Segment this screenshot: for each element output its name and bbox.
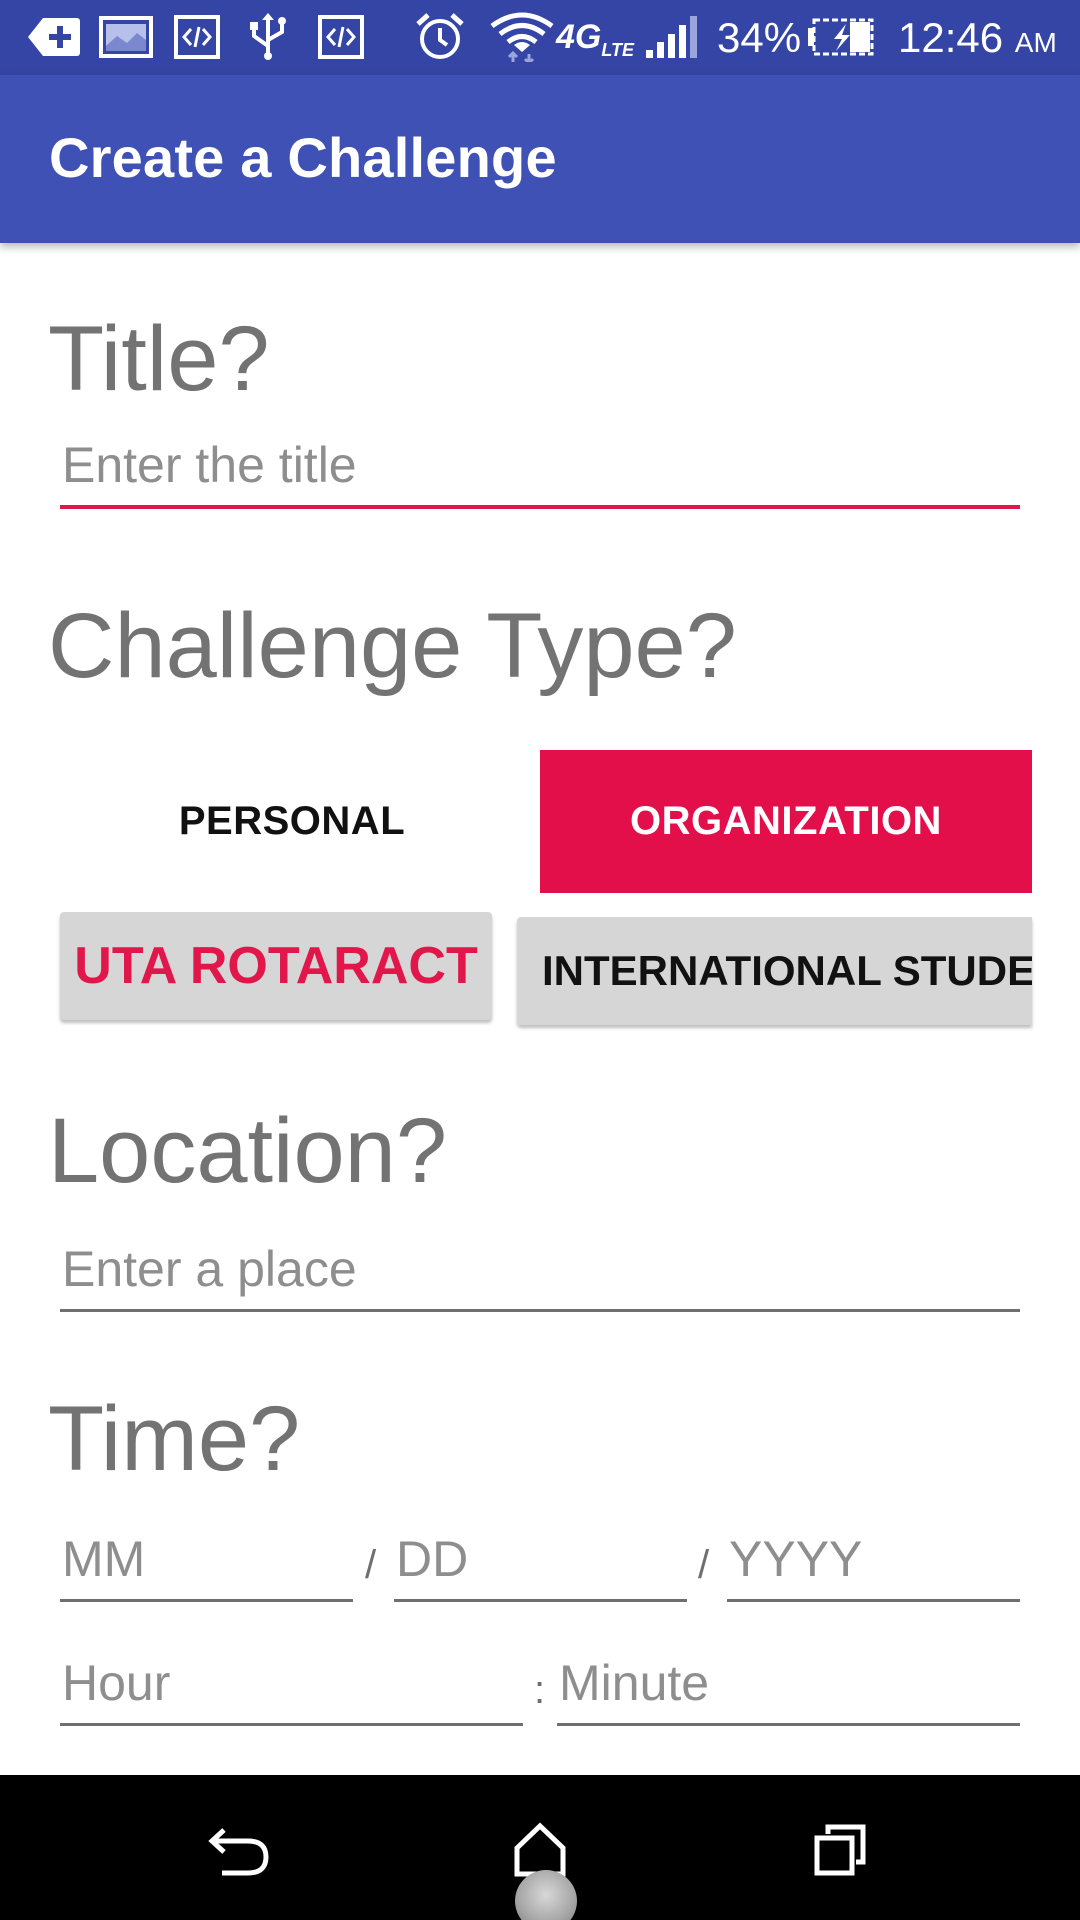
battery-percent: 34% [717, 14, 802, 61]
month-input[interactable] [60, 1518, 353, 1602]
minute-input[interactable] [557, 1642, 1020, 1726]
battery-charging-icon [806, 12, 876, 62]
year-input[interactable] [727, 1518, 1020, 1602]
app-bar: Create a Challenge [0, 75, 1080, 243]
page-title: Create a Challenge [49, 126, 557, 189]
clock: 12:46 AM [898, 12, 1057, 64]
day-input[interactable] [394, 1518, 687, 1602]
screen: 4G LTE 34% 12:46 AM Create a Challenge T… [0, 0, 1080, 1920]
wifi-icon [488, 12, 556, 62]
date-separator: / [698, 1543, 710, 1587]
network-type-indicator: 4G LTE [556, 12, 634, 62]
clock-time: 12:46 [898, 14, 1004, 61]
type-option-organization[interactable]: ORGANIZATION [540, 750, 1032, 893]
usb-icon [243, 12, 293, 62]
status-bar: 4G LTE 34% 12:46 AM [0, 0, 1080, 75]
image-icon [98, 12, 154, 62]
hour-input[interactable] [60, 1642, 523, 1726]
challenge-type-label: Challenge Type? [48, 595, 737, 697]
organization-chip-uta-rotaract[interactable]: UTA ROTARACT [60, 912, 492, 1020]
title-input[interactable] [60, 425, 1020, 509]
time-separator: : [534, 1668, 546, 1712]
code-icon [316, 12, 366, 62]
clock-ampm: AM [1014, 27, 1057, 58]
type-option-personal[interactable]: PERSONAL [48, 750, 536, 893]
code-icon [172, 12, 222, 62]
back-icon[interactable] [195, 1805, 285, 1895]
network-subtype-label: LTE [601, 39, 635, 60]
location-label: Location? [48, 1100, 447, 1202]
organization-chip-international-student[interactable]: INTERNATIONAL STUDENT [517, 917, 1032, 1025]
recents-icon[interactable] [795, 1805, 885, 1895]
time-label: Time? [48, 1388, 301, 1490]
network-type-label: 4G [555, 17, 602, 56]
location-input[interactable] [60, 1228, 1020, 1312]
alarm-icon [412, 12, 468, 62]
signal-icon [642, 12, 704, 62]
add-box-icon [26, 12, 82, 62]
title-label: Title? [48, 308, 270, 410]
date-separator: / [365, 1543, 377, 1587]
